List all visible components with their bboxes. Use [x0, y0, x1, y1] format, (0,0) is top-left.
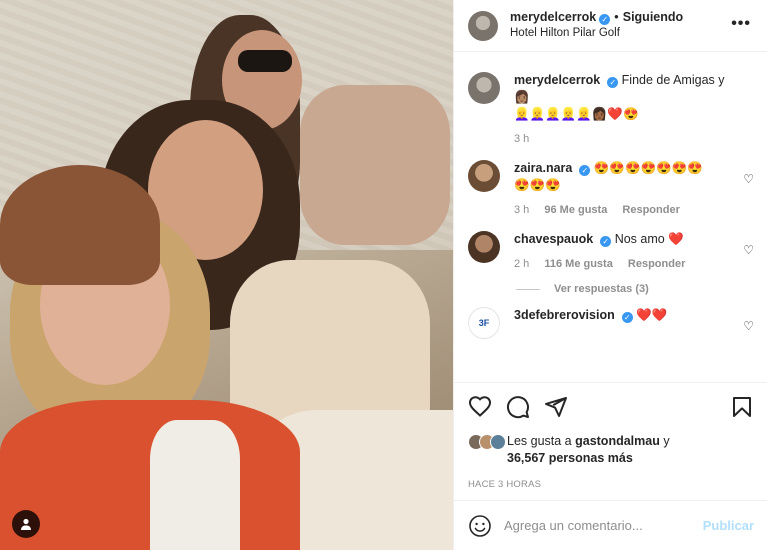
comment-composer: Publicar: [454, 500, 767, 550]
liker-username[interactable]: gastondalmau: [575, 434, 660, 448]
comment-username[interactable]: zaira.nara: [514, 161, 572, 175]
view-replies-label: Ver respuestas (3): [554, 283, 649, 295]
avatar[interactable]: [468, 160, 500, 192]
liker-avatars: [468, 434, 506, 450]
post-header: merydelcerrok ✓ • Siguiendo Hotel Hilton Pi…: [454, 0, 767, 52]
like-comment-icon[interactable]: ♡: [743, 319, 754, 333]
comments-list[interactable]: merydelcerrok ✓ Finde de Amigas y 👩🏽 👱‍♀️…: [454, 60, 767, 382]
caption-text-line2: 👱‍♀️👱‍♀️👱‍♀️👱‍♀️👱‍♀️👩🏾❤️😍: [514, 107, 639, 121]
photo-figure: [0, 165, 160, 285]
header-meta: merydelcerrok ✓ • Siguiendo Hotel Hilton Pi…: [510, 9, 683, 41]
comment-item: 3F 3defebrerovision ✓ ❤️❤️ ♡: [454, 295, 767, 339]
separator-dot: •: [614, 8, 619, 24]
author-username[interactable]: merydelcerrok: [510, 10, 596, 24]
verified-icon: ✓: [607, 77, 619, 88]
verified-icon: ✓: [621, 312, 633, 323]
avatar[interactable]: [468, 72, 500, 104]
verified-icon: ✓: [579, 165, 591, 176]
post-actions: Les gusta a gastondalmau y 36,567 person…: [454, 382, 767, 490]
avatar[interactable]: [468, 231, 500, 263]
comment-icon[interactable]: [506, 395, 530, 419]
likes-count[interactable]: 36,567 personas más: [507, 451, 633, 465]
like-comment-icon[interactable]: ♡: [743, 243, 754, 257]
comment-item: zaira.nara ✓ 😍😍😍😍😍😍😍 😍😍😍 3 h 96 Me gusta …: [454, 148, 767, 219]
avatar: [490, 434, 506, 450]
avatar[interactable]: 3F: [468, 307, 500, 339]
view-replies-button[interactable]: Ver respuestas (3): [516, 283, 767, 295]
publish-button[interactable]: Publicar: [703, 518, 754, 533]
comment-username[interactable]: 3defebrerovision: [514, 308, 615, 322]
like-comment-icon[interactable]: ♡: [743, 172, 754, 186]
comment-item: chavespauok ✓ Nos amo ❤️ 2 h 116 Me gusta…: [454, 219, 767, 273]
comment-time[interactable]: 2 h: [514, 258, 529, 270]
verified-icon: ✓: [599, 13, 611, 25]
location-link[interactable]: Hotel Hilton Pilar Golf: [510, 25, 683, 41]
post-panel: merydelcerrok ✓ • Siguiendo Hotel Hilton Pi…: [453, 0, 767, 550]
photo-figure: [150, 420, 240, 550]
caption-time[interactable]: 3 h: [514, 133, 529, 145]
reply-button[interactable]: Responder: [628, 258, 685, 270]
bookmark-icon[interactable]: [730, 395, 754, 419]
avatar[interactable]: [468, 10, 498, 41]
caption: merydelcerrok ✓ Finde de Amigas y 👩🏽 👱‍♀️…: [454, 60, 767, 148]
comment-text-line2: 😍😍😍: [514, 178, 561, 192]
tagged-users-icon[interactable]: [12, 510, 40, 538]
comment-text: 😍😍😍😍😍😍😍: [593, 161, 703, 175]
ellipsis-icon[interactable]: •••: [731, 15, 751, 33]
photo-figure: [300, 85, 450, 245]
likes-joiner: y: [659, 434, 670, 448]
replies-line: [516, 288, 540, 290]
comment-username[interactable]: chavespauok: [514, 232, 593, 246]
verified-icon: ✓: [600, 236, 612, 247]
photo-figure: [238, 50, 292, 72]
comment-input[interactable]: [504, 518, 703, 533]
comment-text: ❤️❤️: [636, 308, 668, 322]
share-icon[interactable]: [544, 395, 568, 419]
reply-button[interactable]: Responder: [622, 204, 679, 216]
post-timestamp[interactable]: HACE 3 HORAS: [468, 479, 754, 490]
comment-time[interactable]: 3 h: [514, 204, 529, 216]
emoji-icon[interactable]: [468, 514, 492, 538]
likes-prefix: Les gusta a: [507, 434, 576, 448]
following-button[interactable]: Siguiendo: [623, 10, 683, 24]
post-photo[interactable]: [0, 0, 453, 550]
comment-likes[interactable]: 116 Me gusta: [544, 258, 612, 270]
heart-icon[interactable]: [468, 395, 492, 419]
likes-summary: Les gusta a gastondalmau y 36,567 person…: [468, 433, 754, 467]
comment-text: Nos amo ❤️: [614, 232, 684, 246]
comment-likes[interactable]: 96 Me gusta: [544, 204, 607, 216]
caption-username[interactable]: merydelcerrok: [514, 73, 600, 87]
